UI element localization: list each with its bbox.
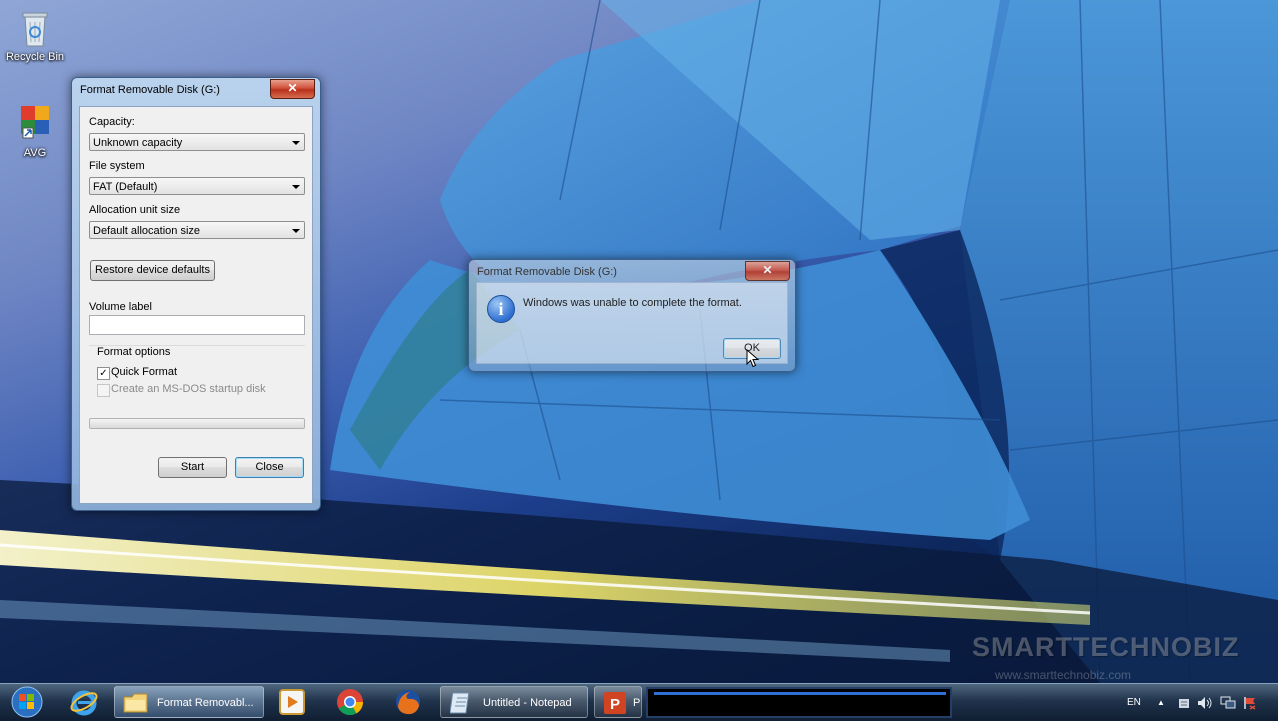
windows-logo-icon (11, 686, 43, 718)
taskbar-item-label: Format Removabl... (157, 697, 254, 709)
quick-format-label: Quick Format (111, 366, 178, 378)
internet-explorer-icon (70, 690, 98, 716)
desktop-icon-avg[interactable]: AVG (3, 104, 67, 159)
window-title: Format Removable Disk (G:) (80, 84, 220, 96)
language-indicator[interactable]: EN (1127, 684, 1141, 721)
capacity-label: Capacity: (89, 116, 135, 128)
watermark-brand: SMARTTECHNOBIZ (972, 632, 1240, 662)
taskbar-notepad[interactable]: Untitled - Notepad (440, 686, 588, 718)
chevron-down-icon (292, 141, 300, 145)
mouse-cursor-icon (746, 349, 760, 368)
taskbar: Format Removabl... Untitled - Notepad P … (0, 683, 1278, 721)
allocation-label: Allocation unit size (89, 204, 181, 216)
network-icon[interactable] (1220, 696, 1236, 710)
start-button[interactable]: Start (158, 457, 227, 478)
message-text: Windows was unable to complete the forma… (523, 297, 742, 309)
message-box-close-button[interactable]: ✕ (745, 261, 790, 281)
taskbar-format-dialog[interactable]: Format Removabl... (114, 686, 264, 718)
powerpoint-icon: P (604, 692, 626, 714)
blank-item-highlight (654, 692, 946, 695)
taskbar-item-label: P (633, 697, 641, 709)
chevron-down-icon (292, 229, 300, 233)
media-player-icon (279, 689, 305, 715)
info-glyph: i (498, 299, 504, 319)
close-window-button[interactable]: ✕ (270, 79, 315, 99)
filesystem-value: FAT (Default) (93, 181, 158, 193)
svg-text:P: P (610, 696, 620, 713)
desktop-icon-recycle-bin[interactable]: Recycle Bin (3, 8, 67, 63)
flag-icon[interactable] (1243, 696, 1257, 710)
start-orb-button[interactable] (4, 686, 50, 718)
taskbar-powerpoint[interactable]: P P (594, 686, 642, 718)
filesystem-select[interactable]: FAT (Default) (89, 177, 305, 195)
info-icon: i (487, 295, 515, 323)
folder-icon (123, 693, 148, 713)
volume-icon[interactable] (1197, 696, 1213, 710)
action-center-icon[interactable] (1177, 696, 1191, 710)
quick-format-checkbox[interactable]: ✓ (97, 367, 110, 380)
taskbar-firefox[interactable] (386, 686, 430, 718)
recycle-bin-icon (17, 8, 53, 48)
format-dialog-body: Capacity: Unknown capacity File system F… (79, 106, 313, 504)
firefox-icon (396, 690, 420, 715)
filesystem-label: File system (89, 160, 145, 172)
allocation-value: Default allocation size (93, 225, 201, 237)
msdos-startup-label: Create an MS-DOS startup disk (111, 383, 266, 395)
avg-icon (17, 104, 53, 144)
show-hidden-icons-button[interactable]: ▲ (1157, 684, 1165, 721)
taskbar-media-player[interactable] (270, 686, 314, 718)
message-box-body: i Windows was unable to complete the for… (476, 282, 788, 364)
taskbar-internet-explorer[interactable] (62, 686, 106, 718)
desktop-icon-label: Recycle Bin (5, 51, 65, 63)
close-button[interactable]: Close (235, 457, 304, 478)
format-options-label: Format options (97, 346, 171, 358)
taskbar-blank-item[interactable] (646, 687, 952, 718)
desktop-icon-label: AVG (23, 147, 47, 159)
chevron-down-icon (292, 185, 300, 189)
close-icon: ✕ (287, 81, 298, 95)
format-progress-bar (89, 418, 305, 429)
notepad-icon (450, 692, 470, 714)
checkmark-icon: ✓ (99, 368, 108, 379)
capacity-value: Unknown capacity (93, 137, 183, 149)
format-options-group: Format options ✓ Quick Format Create an … (89, 345, 305, 404)
watermark-url: www.smarttechnobiz.com (995, 668, 1132, 682)
restore-defaults-button[interactable]: Restore device defaults (90, 260, 215, 281)
format-dialog: Format Removable Disk (G:) ✕ Capacity: U… (71, 77, 321, 511)
close-icon: ✕ (762, 263, 773, 277)
taskbar-item-label: Untitled - Notepad (483, 697, 572, 709)
msdos-startup-checkbox (97, 384, 110, 397)
volume-label-input[interactable] (89, 315, 305, 335)
volume-value (90, 319, 93, 331)
taskbar-chrome[interactable] (328, 686, 372, 718)
chrome-icon (337, 689, 364, 716)
capacity-select[interactable]: Unknown capacity (89, 133, 305, 151)
allocation-select[interactable]: Default allocation size (89, 221, 305, 239)
volume-label: Volume label (89, 301, 152, 313)
message-box-title: Format Removable Disk (G:) (477, 266, 617, 278)
